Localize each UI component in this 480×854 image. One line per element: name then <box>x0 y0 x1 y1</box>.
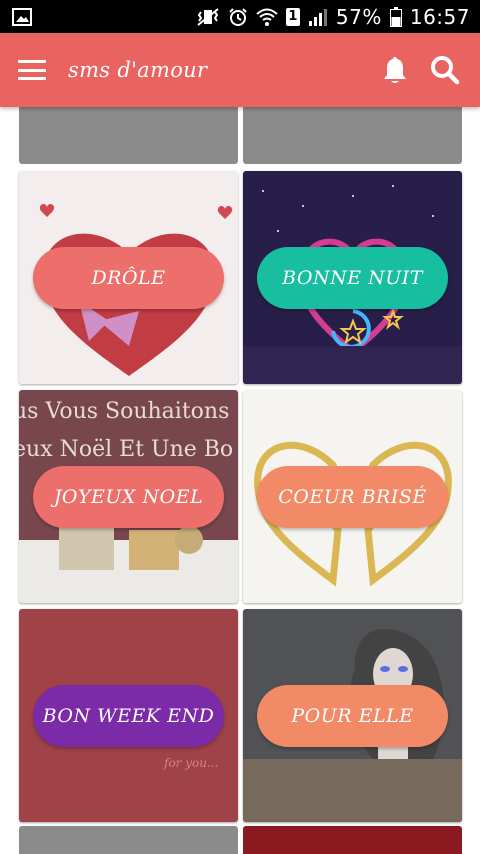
category-button-bonne-nuit[interactable]: BONNE NUIT <box>257 247 448 309</box>
tile-bon-week-end[interactable]: for you... BON WEEK END <box>19 609 238 822</box>
clock-time: 16:57 <box>409 4 470 29</box>
signal-icon <box>308 7 328 27</box>
tile-pour-elle[interactable]: POUR ELLE <box>243 609 462 822</box>
alarm-icon <box>228 7 248 27</box>
gallery-notification-icon <box>12 7 32 26</box>
category-grid: DRÔLE BONNE NUIT us Vous Souhaitons eux … <box>0 107 480 854</box>
category-button-bon-week-end[interactable]: BON WEEK END <box>33 685 224 747</box>
menu-icon[interactable] <box>18 60 46 80</box>
partial-tile-top-left[interactable] <box>19 107 238 164</box>
tile-bonne-nuit[interactable]: BONNE NUIT <box>243 171 462 384</box>
status-bar: 1 57% 16:57 <box>0 0 480 33</box>
app-bar: sms d'amour <box>0 33 480 107</box>
battery-percentage: 57% <box>335 4 382 29</box>
sim-slot-badge: 1 <box>285 7 300 26</box>
battery-icon <box>389 6 402 27</box>
app-title: sms d'amour <box>68 58 208 82</box>
category-button-drole[interactable]: DRÔLE <box>33 247 224 309</box>
tile-coeur-brise[interactable]: COEUR BRISÉ <box>243 390 462 603</box>
partial-tile-top-right[interactable] <box>243 107 462 164</box>
category-button-joyeux-noel[interactable]: JOYEUX NOEL <box>33 466 224 528</box>
category-button-coeur-brise[interactable]: COEUR BRISÉ <box>257 466 448 528</box>
wifi-icon <box>256 7 278 27</box>
bell-icon[interactable] <box>376 51 414 89</box>
search-icon[interactable] <box>426 51 464 89</box>
partial-tile-bottom-left[interactable] <box>19 826 238 854</box>
tile-joyeux-noel[interactable]: us Vous Souhaitons eux Noël Et Une Bo JO… <box>19 390 238 603</box>
tile-drole[interactable]: DRÔLE <box>19 171 238 384</box>
partial-tile-bottom-right[interactable] <box>243 826 462 854</box>
vibrate-icon <box>196 7 220 27</box>
category-button-pour-elle[interactable]: POUR ELLE <box>257 685 448 747</box>
